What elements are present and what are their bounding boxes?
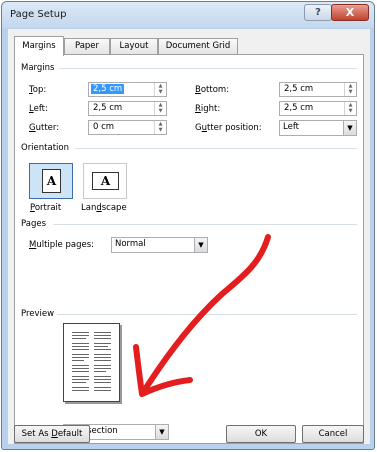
page-setup-dialog: Page Setup ? X Margins Paper Layout Docu… (1, 1, 375, 450)
tab-margins[interactable]: Margins (14, 36, 64, 56)
red-arrow-annotation (133, 234, 271, 397)
